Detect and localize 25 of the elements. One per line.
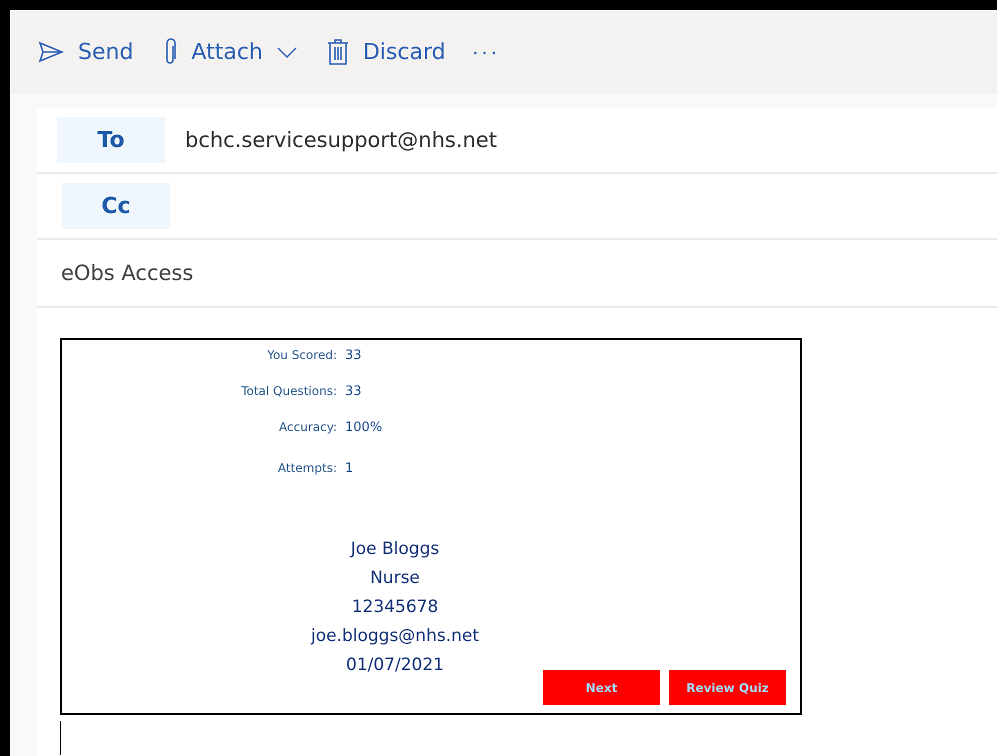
detail-text: Joe Bloggs [350,538,440,561]
trash-icon [326,38,349,66]
send-icon [38,41,64,63]
attach-button[interactable]: Attach [163,38,297,66]
send-button[interactable]: Send [38,40,134,64]
detail-text: 01/07/2021 [346,654,444,677]
stat-label: You Scored: [266,348,337,362]
chevron-down-icon [276,46,297,58]
detail-text: joe.bloggs@nhs.net [310,625,480,648]
paperclip-icon [163,38,178,66]
stat-value: 33 [345,348,363,363]
detail-text: Nurse [370,567,420,590]
discard-button[interactable]: Discard [326,38,446,66]
recipient-label-button[interactable]: To [57,117,165,163]
detail-text: 12345678 [352,596,438,619]
stat-label: Accuracy: [278,420,337,434]
recipient-label-button[interactable]: Cc [62,183,170,229]
stat-value: 100% [345,420,384,435]
stat-label: Attempts: [276,461,337,475]
stat-value: 33 [345,384,363,399]
subject-field[interactable]: eObs Access [57,261,194,285]
more-button[interactable]: ··· [472,39,500,65]
recipient-field[interactable]: bchc.servicesupport@nhs.net [185,128,497,152]
stat-value: 1 [345,461,354,476]
stat-label: Total Questions: [240,384,337,398]
